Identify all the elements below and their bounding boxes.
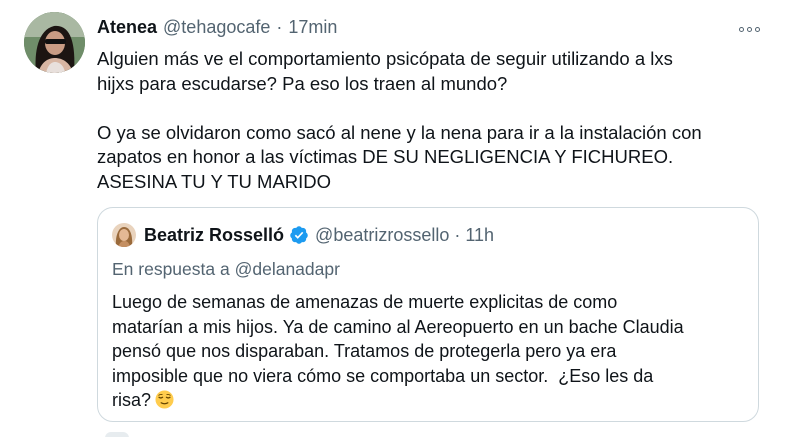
reply-context: En respuesta a @delanadapr bbox=[112, 259, 340, 280]
author-handle[interactable]: @tehagocafe bbox=[163, 17, 270, 38]
tweet-text: Alguien más ve el comportamiento psicópa… bbox=[97, 48, 702, 192]
quoted-timestamp: 11h bbox=[465, 224, 495, 245]
tweet-header: Atenea @tehagocafe · 17min bbox=[97, 17, 337, 43]
reply-mention-link[interactable]: @delanadapr bbox=[235, 259, 340, 279]
quoted-avatar bbox=[112, 223, 136, 247]
avatar-photo bbox=[24, 12, 85, 73]
author-name[interactable]: Atenea bbox=[97, 17, 157, 38]
more-dot bbox=[738, 26, 744, 32]
quoted-tweet-text: Luego de semanas de amenazas de muerte e… bbox=[112, 292, 684, 410]
verified-badge-icon bbox=[290, 226, 308, 244]
more-dot bbox=[746, 26, 752, 32]
tweet-timestamp[interactable]: 17min bbox=[288, 17, 337, 38]
more-options-icon[interactable] bbox=[736, 22, 762, 36]
quoted-author-name: Beatriz Rosselló bbox=[144, 224, 285, 245]
quoted-avatar-photo bbox=[112, 223, 136, 247]
reply-prefix: En respuesta a bbox=[112, 259, 230, 279]
avatar[interactable] bbox=[24, 12, 85, 73]
action-bar-edge bbox=[105, 432, 129, 437]
separator-dot: · bbox=[276, 17, 283, 37]
more-dot bbox=[754, 26, 760, 32]
quoted-separator-dot: · bbox=[454, 224, 461, 245]
quoted-author-handle: @beatrizrossello bbox=[315, 224, 450, 245]
quoted-tweet-header: Beatriz Rosselló @beatrizrossello · 11h bbox=[112, 222, 494, 248]
quoted-tweet[interactable]: Beatriz Rosselló @beatrizrossello · 11h … bbox=[97, 207, 759, 422]
quoted-tweet-text-wrapper: Luego de semanas de amenazas de muerte e… bbox=[112, 290, 747, 413]
tweet[interactable]: Atenea @tehagocafe · 17min Alguien más v… bbox=[0, 0, 800, 437]
relieved-face-icon bbox=[155, 390, 174, 409]
